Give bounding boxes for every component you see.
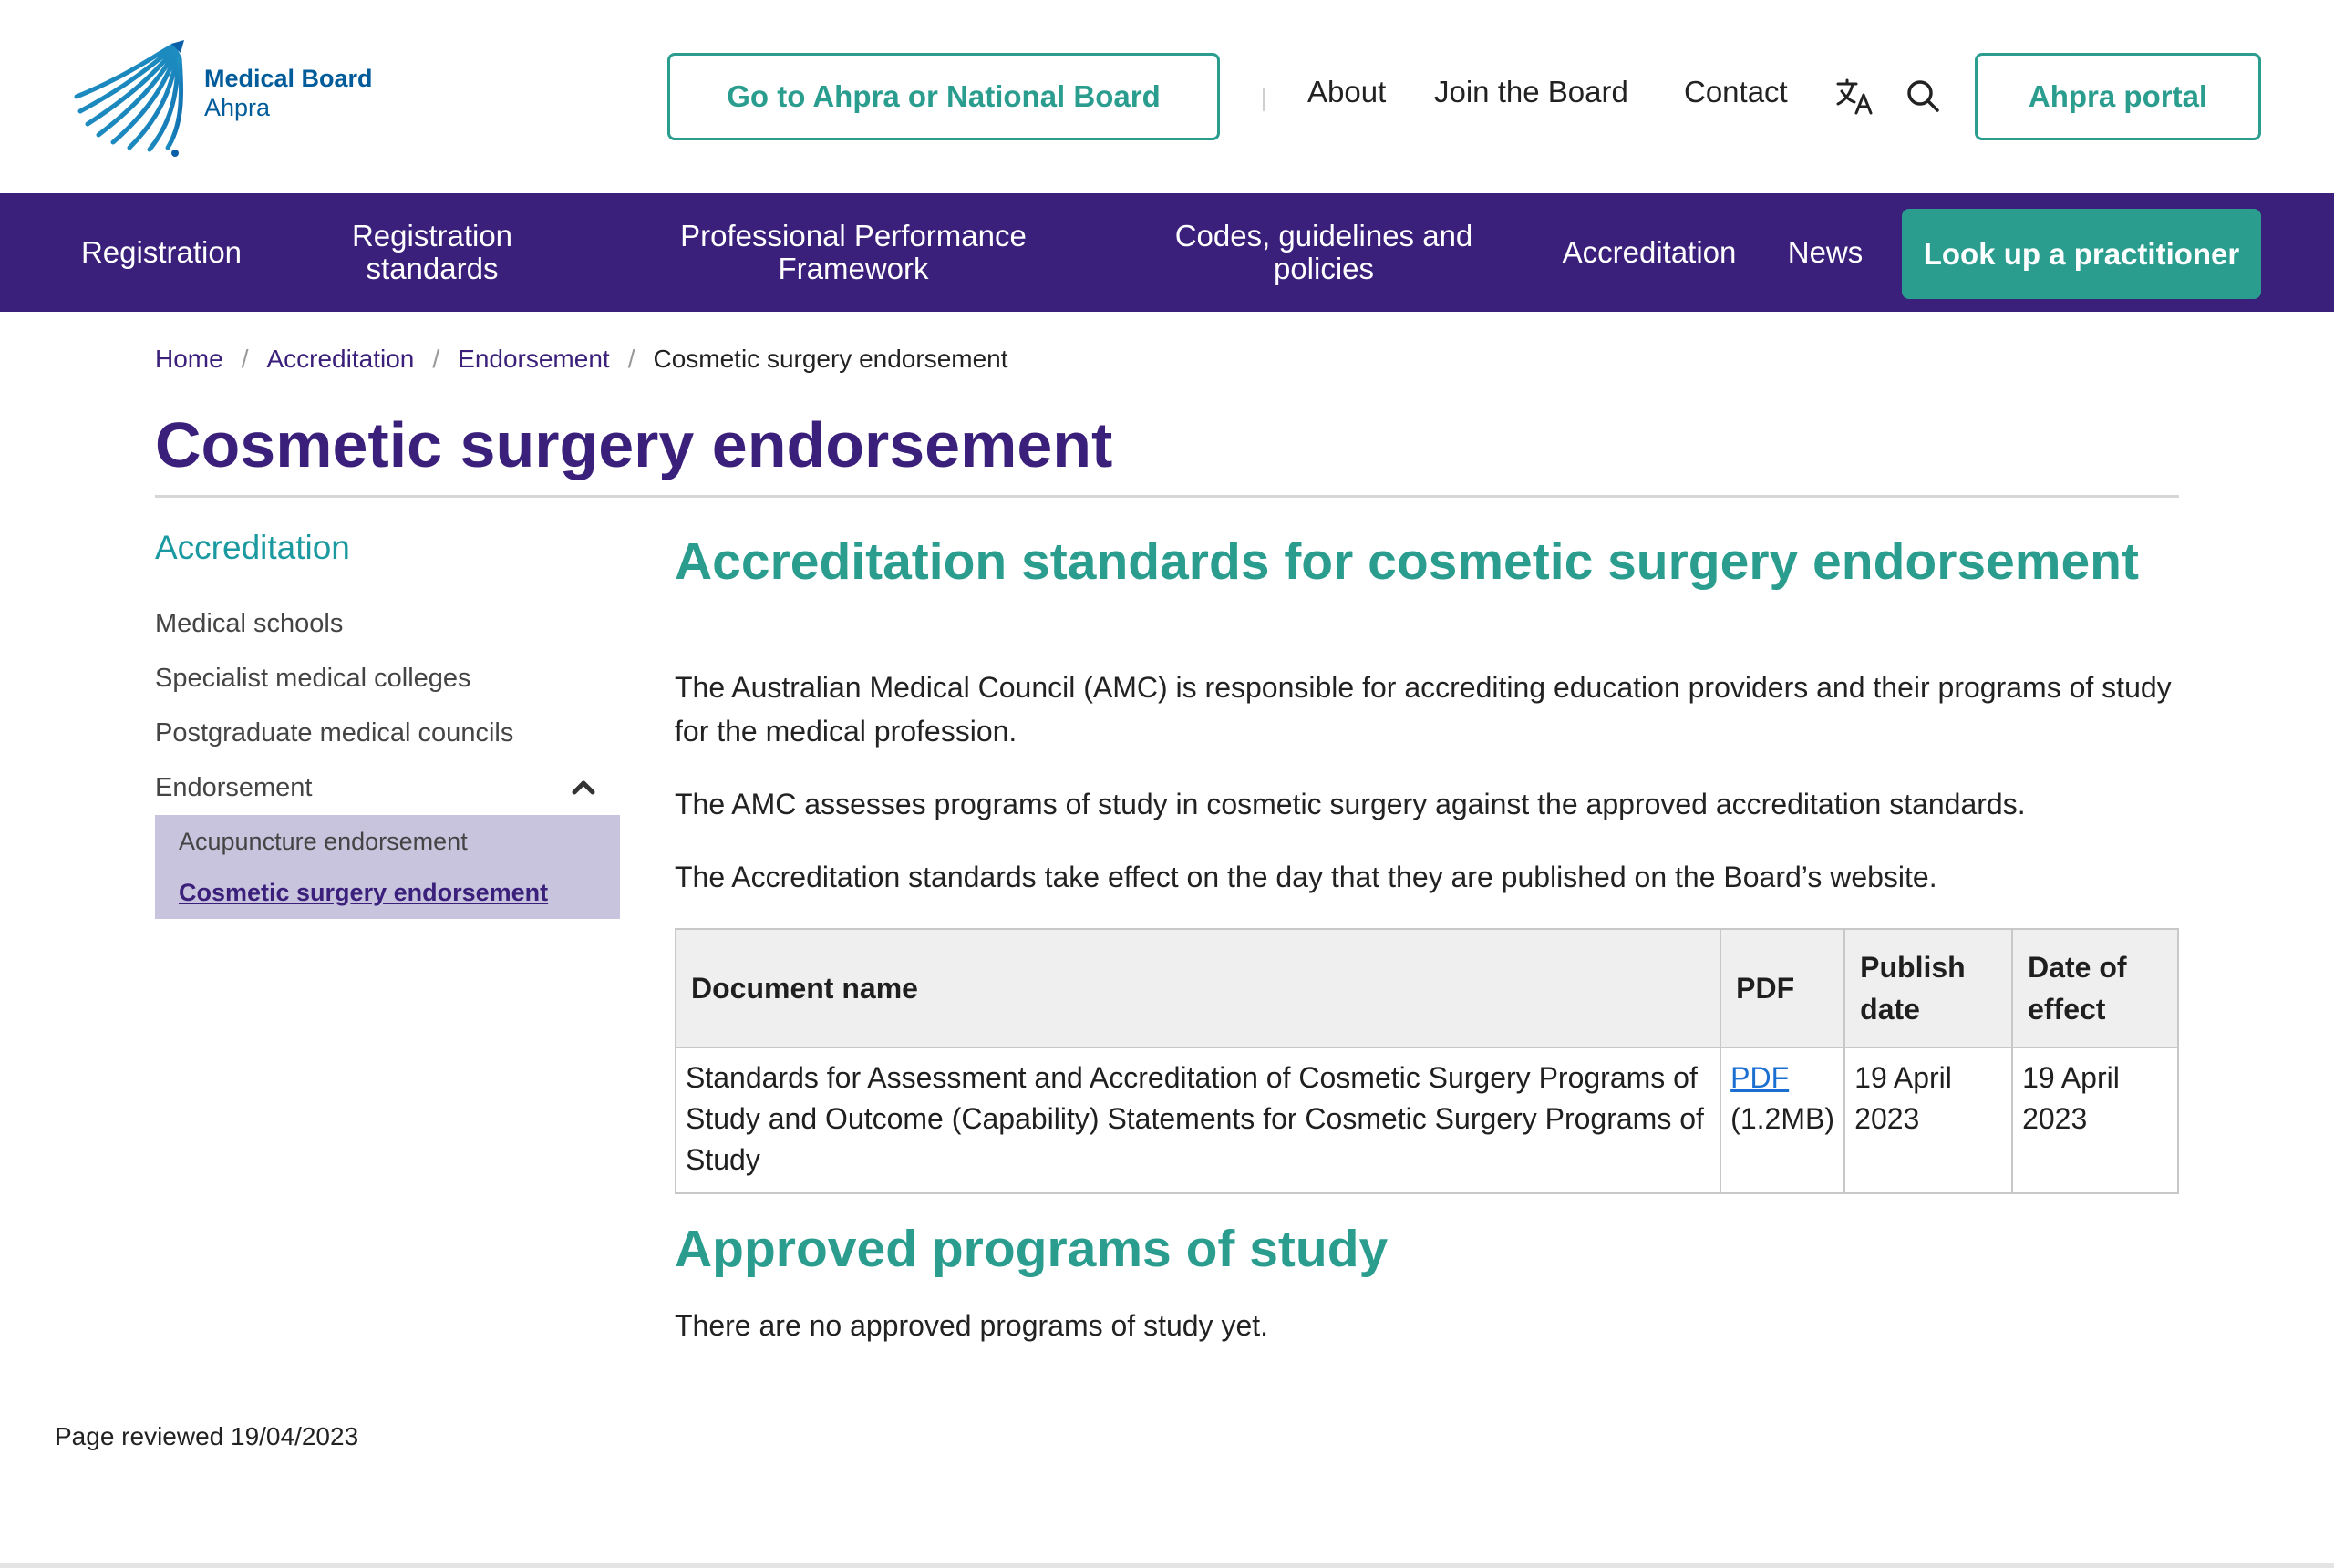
ahpra-bird-logo-icon bbox=[74, 40, 184, 157]
logo-subtitle: Ahpra bbox=[204, 94, 271, 121]
about-link[interactable]: About bbox=[1307, 75, 1386, 109]
join-the-board-link[interactable]: Join the Board bbox=[1434, 75, 1628, 109]
contact-link[interactable]: Contact bbox=[1684, 75, 1788, 109]
sidebar-heading-accreditation[interactable]: Accreditation bbox=[155, 529, 350, 567]
site-header: Medical Board Ahpra Go to Ahpra or Natio… bbox=[0, 0, 2334, 193]
pdf-download-link[interactable]: PDF bbox=[1730, 1061, 1789, 1094]
medical-board-logo[interactable]: Medical Board Ahpra bbox=[71, 40, 381, 157]
sidebar-item-endorsement[interactable]: Endorsement bbox=[155, 773, 313, 803]
cell-publish-date: 19 April 2023 bbox=[1843, 1047, 2014, 1194]
breadcrumb-endorsement[interactable]: Endorsement bbox=[458, 345, 610, 374]
title-divider bbox=[155, 495, 2179, 498]
page-reviewed-date: Page reviewed 19/04/2023 bbox=[55, 1422, 359, 1450]
translate-icon[interactable] bbox=[1834, 77, 1874, 117]
column-header-date-of-effect: Date of effect bbox=[2011, 928, 2179, 1048]
nav-item-registration-standards[interactable]: Registration standards bbox=[325, 193, 540, 312]
sidebar-item-medical-schools[interactable]: Medical schools bbox=[155, 609, 343, 639]
sidebar-item-specialist-medical-colleges[interactable]: Specialist medical colleges bbox=[155, 664, 471, 694]
breadcrumb-separator: / bbox=[241, 345, 249, 373]
table-header-row: Document name PDF Publish date Date of e… bbox=[674, 928, 2179, 1048]
page-title: Cosmetic surgery endorsement bbox=[155, 409, 1113, 480]
nav-item-codes-guidelines-policies[interactable]: Codes, guidelines and policies bbox=[1156, 193, 1492, 312]
paragraph-standards-effect: The Accreditation standards take effect … bbox=[675, 861, 1937, 893]
paragraph-amc-assesses: The AMC assesses programs of study in co… bbox=[675, 788, 2026, 820]
column-header-document-name: Document name bbox=[674, 928, 1722, 1048]
breadcrumb-separator: / bbox=[627, 345, 635, 373]
section-heading-accreditation-standards: Accreditation standards for cosmetic sur… bbox=[675, 532, 2139, 591]
cell-date-of-effect: 19 April 2023 bbox=[2011, 1047, 2179, 1194]
breadcrumb-separator: / bbox=[432, 345, 440, 373]
sidebar-subitem-acupuncture-endorsement[interactable]: Acupuncture endorsement bbox=[179, 828, 468, 856]
footer-divider bbox=[0, 1563, 2334, 1568]
column-header-publish-date: Publish date bbox=[1843, 928, 2014, 1048]
section-heading-approved-programs: Approved programs of study bbox=[675, 1220, 1389, 1278]
nav-item-registration[interactable]: Registration bbox=[64, 193, 259, 312]
nav-item-accreditation[interactable]: Accreditation bbox=[1544, 193, 1754, 312]
breadcrumb-current: Cosmetic surgery endorsement bbox=[653, 345, 1008, 373]
cell-document-name: Standards for Assessment and Accreditati… bbox=[674, 1047, 1722, 1194]
chevron-up-icon[interactable] bbox=[570, 777, 597, 797]
column-header-pdf: PDF bbox=[1720, 928, 1846, 1048]
documents-table: Document name PDF Publish date Date of e… bbox=[674, 928, 2179, 1194]
breadcrumb: Home / Accreditation / Endorsement / Cos… bbox=[155, 345, 1008, 374]
nav-item-professional-performance-framework[interactable]: Professional Performance Framework bbox=[656, 193, 1050, 312]
paragraph-no-approved-programs: There are no approved programs of study … bbox=[675, 1309, 1269, 1342]
header-divider bbox=[1263, 88, 1265, 111]
go-to-ahpra-button[interactable]: Go to Ahpra or National Board bbox=[667, 53, 1220, 140]
sidebar-item-postgraduate-medical-councils[interactable]: Postgraduate medical councils bbox=[155, 718, 513, 748]
nav-item-news[interactable]: News bbox=[1778, 193, 1873, 312]
ahpra-portal-button[interactable]: Ahpra portal bbox=[1975, 53, 2261, 140]
sidebar-subitem-cosmetic-surgery-endorsement[interactable]: Cosmetic surgery endorsement bbox=[179, 879, 548, 907]
breadcrumb-accreditation[interactable]: Accreditation bbox=[266, 345, 414, 374]
table-row: Standards for Assessment and Accreditati… bbox=[674, 1047, 2179, 1194]
logo-title: Medical Board bbox=[204, 65, 373, 92]
breadcrumb-home[interactable]: Home bbox=[155, 345, 223, 374]
cell-pdf: PDF (1.2MB) bbox=[1720, 1047, 1846, 1194]
look-up-practitioner-button[interactable]: Look up a practitioner bbox=[1902, 209, 2261, 299]
search-icon[interactable] bbox=[1905, 78, 1940, 113]
sidebar-subnav: Acupuncture endorsement Cosmetic surgery… bbox=[155, 815, 620, 919]
pdf-file-size: (1.2MB) bbox=[1730, 1102, 1834, 1135]
paragraph-amc-responsibility: The Australian Medical Council (AMC) is … bbox=[675, 671, 2172, 748]
